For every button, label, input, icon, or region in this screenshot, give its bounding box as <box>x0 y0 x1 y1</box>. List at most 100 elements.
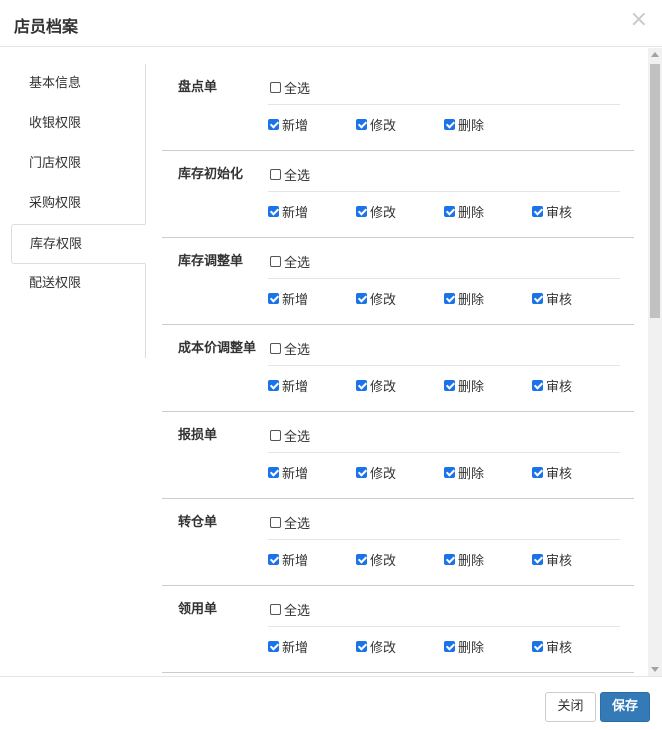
permission-checkbox[interactable]: 审核 <box>532 550 620 569</box>
checkbox-icon[interactable] <box>270 604 281 615</box>
permission-checkbox[interactable]: 修改 <box>356 289 444 308</box>
dialog-footer: 关闭 保存 <box>0 676 662 730</box>
select-all-checkbox[interactable]: 全选 <box>270 513 310 532</box>
divider <box>268 278 620 279</box>
permission-checkbox[interactable]: 审核 <box>532 463 620 482</box>
permission-checkbox[interactable]: 删除 <box>444 376 532 395</box>
permission-label: 新增 <box>282 554 309 569</box>
section-title: 报损单 <box>178 428 218 443</box>
save-button[interactable]: 保存 <box>600 692 650 722</box>
checkbox-icon[interactable] <box>270 82 281 93</box>
checkbox-icon[interactable] <box>356 554 367 565</box>
permission-label: 删除 <box>458 119 485 134</box>
permission-checkbox[interactable]: 修改 <box>356 463 444 482</box>
permission-checkbox[interactable]: 修改 <box>356 550 444 569</box>
tab-item[interactable]: 采购权限 <box>11 184 145 224</box>
permission-checkbox[interactable]: 删除 <box>444 550 532 569</box>
permission-checkbox[interactable]: 新增 <box>268 463 356 482</box>
checkbox-icon[interactable] <box>444 206 455 217</box>
permission-checkbox[interactable]: 修改 <box>356 202 444 221</box>
option-row: 新增 修改 删除 审核 <box>268 463 620 482</box>
permission-checkbox[interactable]: 新增 <box>268 115 356 134</box>
checkbox-icon[interactable] <box>532 467 543 478</box>
permission-label: 审核 <box>546 641 573 656</box>
scrollbar[interactable] <box>648 48 662 676</box>
checkbox-icon[interactable] <box>356 467 367 478</box>
section-title: 盘点单 <box>178 80 218 95</box>
checkbox-icon[interactable] <box>444 293 455 304</box>
scroll-up-icon[interactable] <box>651 52 659 57</box>
checkbox-icon[interactable] <box>444 554 455 565</box>
divider <box>268 539 620 540</box>
permission-checkbox[interactable]: 审核 <box>532 637 620 656</box>
select-all-checkbox[interactable]: 全选 <box>270 339 310 358</box>
scrollbar-thumb[interactable] <box>650 64 660 318</box>
select-all-checkbox[interactable]: 全选 <box>270 78 310 97</box>
checkbox-icon[interactable] <box>270 169 281 180</box>
permission-checkbox[interactable]: 新增 <box>268 202 356 221</box>
checkbox-icon[interactable] <box>270 256 281 267</box>
permission-checkbox[interactable]: 删除 <box>444 115 532 134</box>
permission-checkbox[interactable]: 新增 <box>268 550 356 569</box>
tab-item[interactable]: 门店权限 <box>11 144 145 184</box>
checkbox-icon[interactable] <box>270 343 281 354</box>
permission-label: 修改 <box>370 119 397 134</box>
tab-item[interactable]: 收银权限 <box>11 104 145 144</box>
permission-label: 审核 <box>546 380 573 395</box>
checkbox-icon[interactable] <box>444 641 455 652</box>
permission-checkbox[interactable]: 审核 <box>532 289 620 308</box>
permission-section: 领用单 全选新增 修改 删除 审核 <box>162 586 634 673</box>
checkbox-icon[interactable] <box>356 293 367 304</box>
checkbox-icon[interactable] <box>444 119 455 130</box>
checkbox-icon[interactable] <box>356 206 367 217</box>
tab-item[interactable]: 配送权限 <box>11 264 145 304</box>
checkbox-icon[interactable] <box>444 380 455 391</box>
option-row: 新增 修改 删除 审核 <box>268 202 620 221</box>
checkbox-icon[interactable] <box>532 293 543 304</box>
permission-label: 新增 <box>282 293 309 308</box>
permission-checkbox[interactable]: 删除 <box>444 202 532 221</box>
checkbox-icon[interactable] <box>532 641 543 652</box>
permission-checkbox[interactable]: 修改 <box>356 637 444 656</box>
permission-checkbox[interactable]: 审核 <box>532 376 620 395</box>
checkbox-icon[interactable] <box>268 641 279 652</box>
checkbox-icon[interactable] <box>356 380 367 391</box>
permission-checkbox[interactable]: 新增 <box>268 637 356 656</box>
checkbox-icon[interactable] <box>270 430 281 441</box>
checkbox-icon[interactable] <box>268 293 279 304</box>
scroll-down-icon[interactable] <box>651 667 659 672</box>
checkbox-icon[interactable] <box>268 554 279 565</box>
permission-checkbox[interactable]: 修改 <box>356 376 444 395</box>
checkbox-icon[interactable] <box>444 467 455 478</box>
select-all-checkbox[interactable]: 全选 <box>270 165 310 184</box>
checkbox-icon[interactable] <box>532 380 543 391</box>
checkbox-icon[interactable] <box>268 206 279 217</box>
checkbox-icon[interactable] <box>270 517 281 528</box>
permission-checkbox[interactable]: 新增 <box>268 376 356 395</box>
checkbox-icon[interactable] <box>532 554 543 565</box>
select-all-checkbox[interactable]: 全选 <box>270 426 310 445</box>
permission-checkbox[interactable]: 删除 <box>444 463 532 482</box>
checkbox-icon[interactable] <box>268 119 279 130</box>
permission-checkbox[interactable]: 审核 <box>532 202 620 221</box>
tab-item[interactable]: 基本信息 <box>11 64 145 104</box>
permission-checkbox[interactable]: 修改 <box>356 115 444 134</box>
permission-checkbox[interactable]: 删除 <box>444 637 532 656</box>
checkbox-icon[interactable] <box>356 641 367 652</box>
checkbox-icon[interactable] <box>268 380 279 391</box>
close-button[interactable]: 关闭 <box>545 692 596 722</box>
permission-checkbox[interactable]: 新增 <box>268 289 356 308</box>
permission-label: 修改 <box>370 293 397 308</box>
select-all-checkbox[interactable]: 全选 <box>270 600 310 619</box>
option-row: 新增 修改 删除 审核 <box>268 550 620 569</box>
section-title: 领用单 <box>178 602 218 617</box>
permission-label: 修改 <box>370 380 397 395</box>
checkbox-icon[interactable] <box>532 206 543 217</box>
tab-item[interactable]: 库存权限 <box>11 224 146 264</box>
close-icon[interactable]: × <box>630 8 648 32</box>
checkbox-icon[interactable] <box>356 119 367 130</box>
checkbox-icon[interactable] <box>268 467 279 478</box>
section-title: 转仓单 <box>178 515 218 530</box>
permission-checkbox[interactable]: 删除 <box>444 289 532 308</box>
select-all-checkbox[interactable]: 全选 <box>270 252 310 271</box>
